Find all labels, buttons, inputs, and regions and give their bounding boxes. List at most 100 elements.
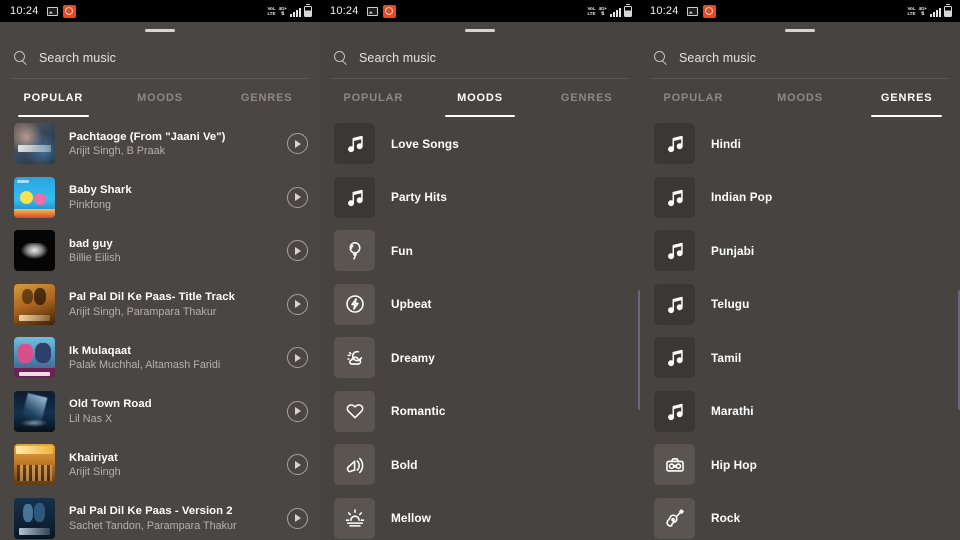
song-list-item[interactable]: Pal Pal Dil Ke Paas - Version 2 Sachet Ta… xyxy=(0,492,320,540)
category-list-item[interactable]: Hindi xyxy=(640,117,960,171)
category-list-item[interactable]: Telugu xyxy=(640,278,960,332)
status-bar-system-icons: VoL LTE 4G+ ⇅ xyxy=(267,5,312,17)
category-label: Dreamy xyxy=(391,350,435,365)
category-list-item[interactable]: Punjabi xyxy=(640,224,960,278)
sheet-drag-handle[interactable] xyxy=(640,22,960,38)
popular-panel: 10:24 VoL LTE 4G+ ⇅ Search music POPULAR MOODS G… xyxy=(0,0,320,540)
category-list-item[interactable]: Party Hits xyxy=(320,171,640,225)
tab-genres[interactable]: GENRES xyxy=(853,79,960,117)
network-type-icon: 4G+ ⇅ xyxy=(278,6,287,16)
song-list-item[interactable]: Ik Mulaqaat Palak Muchhal, Altamash Farid… xyxy=(0,331,320,385)
status-bar-notification-icons xyxy=(686,4,716,18)
status-bar: 10:24 VoL LTE 4G+ ⇅ xyxy=(320,0,640,22)
song-list-item[interactable]: Pachtaoge (From "Jaani Ve") Arijit Singh,… xyxy=(0,117,320,171)
song-title: Pal Pal Dil Ke Paas- Title Track xyxy=(69,291,235,303)
category-list-item[interactable]: Upbeat xyxy=(320,278,640,332)
category-label: Fun xyxy=(391,243,413,258)
screen-recorder-icon xyxy=(382,4,396,18)
status-bar-system-icons: VoL LTE 4G+ ⇅ xyxy=(587,5,632,17)
content-list: Hindi Indian Pop Punjabi Telugu Tamil Marathi… xyxy=(640,117,960,540)
song-title: Pal Pal Dil Ke Paas - Version 2 xyxy=(69,505,233,517)
category-list-item[interactable]: Fun xyxy=(320,224,640,278)
category-list-item[interactable]: Rock xyxy=(640,492,960,540)
song-info: Pal Pal Dil Ke Paas- Title Track Arijit S… xyxy=(55,291,287,318)
play-button[interactable] xyxy=(287,293,308,315)
category-label: Hindi xyxy=(711,136,741,151)
search-bar[interactable]: Search music xyxy=(0,38,320,78)
song-list-item[interactable]: Khairiyat Arijit Singh xyxy=(0,438,320,492)
album-art xyxy=(14,497,55,539)
song-title: Ik Mulaqaat xyxy=(69,344,132,357)
category-list-item[interactable]: Romantic xyxy=(320,385,640,439)
sheet-drag-handle[interactable] xyxy=(0,22,320,38)
play-button[interactable] xyxy=(287,133,308,155)
tab-popular[interactable]: POPULAR xyxy=(0,79,107,117)
search-input[interactable]: Search music xyxy=(679,51,756,65)
music-note-icon xyxy=(654,283,695,325)
play-button[interactable] xyxy=(287,186,308,208)
song-info: bad guy Billie Eilish xyxy=(55,238,287,265)
song-list-item[interactable]: bad guy Billie Eilish xyxy=(0,224,320,278)
moon-cloud-icon xyxy=(334,337,375,379)
album-art xyxy=(14,123,55,165)
volte-icon: VoL LTE xyxy=(267,6,276,16)
sunset-icon xyxy=(334,497,375,539)
category-label: Tamil xyxy=(711,350,742,365)
search-input[interactable]: Search music xyxy=(39,51,116,65)
category-list-item[interactable]: Marathi xyxy=(640,385,960,439)
network-type-icon: 4G+ ⇅ xyxy=(918,6,927,16)
song-list-item[interactable]: Old Town Road Lil Nas X xyxy=(0,385,320,439)
song-list-item[interactable]: Baby Shark Pinkfong xyxy=(0,171,320,225)
category-label: Marathi xyxy=(711,404,754,419)
category-list-item[interactable]: Love Songs xyxy=(320,117,640,171)
category-list-item[interactable]: Indian Pop xyxy=(640,171,960,225)
tab-bar: POPULAR MOODS GENRES xyxy=(640,79,960,117)
play-button[interactable] xyxy=(287,454,308,476)
music-note-icon xyxy=(334,176,375,218)
tab-genres[interactable]: GENRES xyxy=(533,79,640,117)
category-label: Romantic xyxy=(391,404,446,419)
category-list-item[interactable]: Bold xyxy=(320,438,640,492)
search-bar[interactable]: Search music xyxy=(320,38,640,78)
search-input[interactable]: Search music xyxy=(359,51,436,65)
play-button[interactable] xyxy=(287,507,308,529)
song-artist: Palak Muchhal, Altamash Faridi xyxy=(69,359,221,371)
play-button[interactable] xyxy=(287,347,308,369)
tab-moods[interactable]: MOODS xyxy=(747,79,854,117)
song-info: Old Town Road Lil Nas X xyxy=(55,398,287,425)
sheet-drag-handle[interactable] xyxy=(320,22,640,38)
song-artist: Pinkfong xyxy=(69,198,112,211)
category-label: Rock xyxy=(711,511,741,526)
play-button[interactable] xyxy=(287,240,308,262)
album-art xyxy=(14,176,55,218)
gallery-icon xyxy=(366,6,378,16)
category-label: Love Songs xyxy=(391,136,459,151)
song-title: Baby Shark xyxy=(69,184,132,196)
network-type-icon: 4G+ ⇅ xyxy=(598,6,607,16)
heart-icon xyxy=(334,390,375,432)
category-list-item[interactable]: Tamil xyxy=(640,331,960,385)
status-bar-notification-icons xyxy=(46,4,76,18)
category-label: Mellow xyxy=(391,511,431,526)
tab-moods[interactable]: MOODS xyxy=(427,79,534,117)
tab-popular[interactable]: POPULAR xyxy=(640,79,747,117)
category-list-item[interactable]: Dreamy xyxy=(320,331,640,385)
music-note-icon xyxy=(654,176,695,218)
category-label: Party Hits xyxy=(391,190,448,205)
category-label: Indian Pop xyxy=(711,190,773,205)
category-list-item[interactable]: Hip Hop xyxy=(640,438,960,492)
volte-icon: VoL LTE xyxy=(587,6,596,16)
song-info: Baby Shark Pinkfong xyxy=(55,184,287,211)
song-title: bad guy xyxy=(69,237,113,250)
tab-genres[interactable]: GENRES xyxy=(213,79,320,117)
three-panel-music-picker: 10:24 VoL LTE 4G+ ⇅ Search music POPULAR MOODS G… xyxy=(0,0,960,540)
tab-moods[interactable]: MOODS xyxy=(107,79,214,117)
song-list-item[interactable]: Pal Pal Dil Ke Paas- Title Track Arijit S… xyxy=(0,278,320,332)
music-note-icon xyxy=(654,337,695,379)
song-artist: Arijit Singh xyxy=(69,466,121,478)
tab-popular[interactable]: POPULAR xyxy=(320,79,427,117)
song-artist: Lil Nas X xyxy=(69,412,113,425)
play-button[interactable] xyxy=(287,400,308,422)
category-list-item[interactable]: Mellow xyxy=(320,492,640,540)
search-bar[interactable]: Search music xyxy=(640,38,960,78)
